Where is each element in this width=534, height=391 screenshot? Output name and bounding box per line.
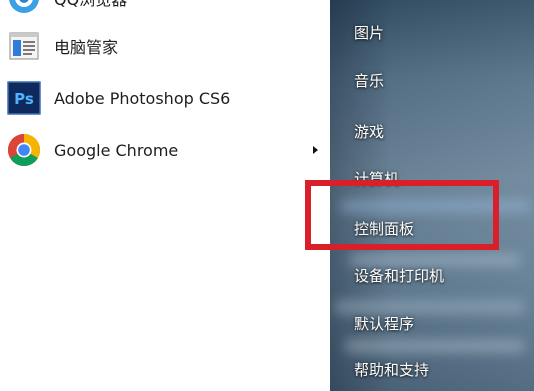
chrome-icon [6,132,42,168]
photoshop-icon: Ps [6,80,42,116]
program-list: QQ浏览器 电脑管家 Ps [0,0,330,391]
menu-item-help-support[interactable]: 帮助和支持 [354,359,429,380]
menu-item-devices-printers[interactable]: 设备和打印机 [354,265,444,286]
photoshop-icon-text: Ps [14,90,34,108]
blurred-background [350,255,520,265]
menu-item-default-programs[interactable]: 默认程序 [354,313,414,334]
blurred-background [345,340,525,352]
program-label: 电脑管家 [54,38,119,57]
menu-item-music[interactable]: 音乐 [354,70,384,91]
pc-manager-icon [6,28,42,64]
program-item-qq-browser[interactable]: QQ浏览器 [0,0,330,20]
menu-item-pictures[interactable]: 图片 [354,22,384,43]
menu-item-games[interactable]: 游戏 [354,121,384,142]
program-item-pc-manager[interactable]: 电脑管家 [0,24,330,68]
program-label: Google Chrome [54,140,179,160]
qq-browser-icon [6,0,42,16]
submenu-arrow-icon[interactable] [313,146,318,154]
program-item-chrome[interactable]: Google Chrome [0,128,330,172]
start-menu: QQ浏览器 电脑管家 Ps [0,0,534,391]
highlight-annotation-box [305,180,499,250]
blurred-background [335,300,525,314]
program-label: Adobe Photoshop CS6 [54,88,231,108]
program-item-photoshop[interactable]: Ps Adobe Photoshop CS6 [0,76,330,120]
program-label: QQ浏览器 [54,0,127,10]
